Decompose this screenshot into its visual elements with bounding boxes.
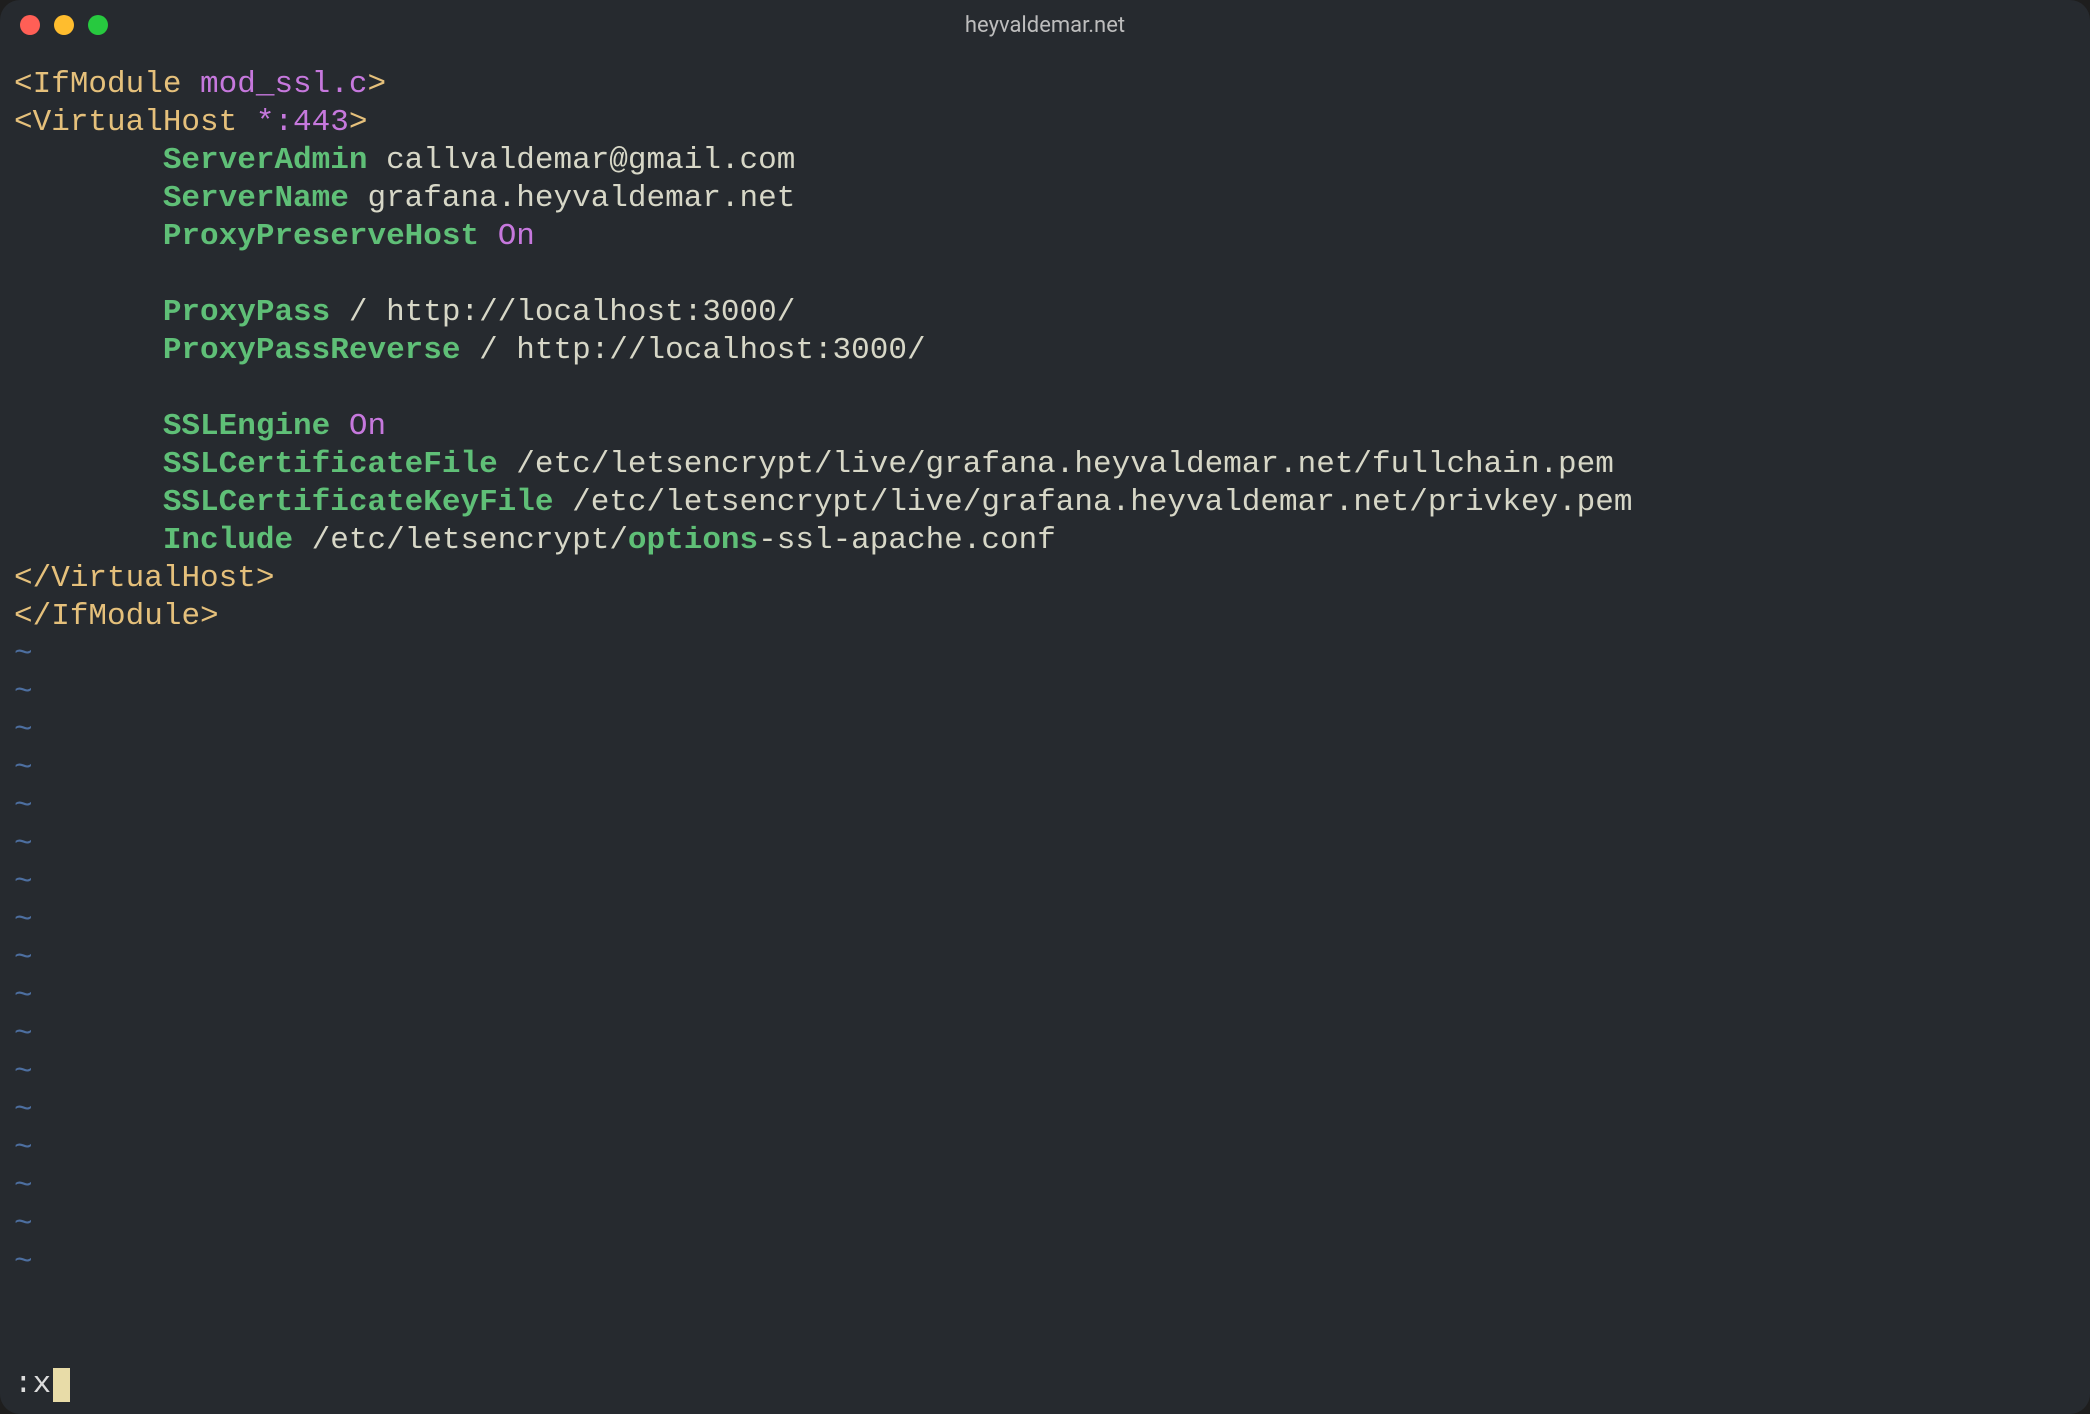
vim-tilde-line: ~	[14, 1168, 2076, 1206]
code-token: ServerName	[163, 181, 349, 216]
code-token: / http://localhost:3000/	[330, 295, 795, 330]
code-token: /etc/letsencrypt/live/grafana.heyvaldema…	[498, 447, 1614, 482]
vim-empty-lines: ~~~~~~~~~~~~~~~~~	[0, 636, 2090, 1282]
vim-tilde-line: ~	[14, 940, 2076, 978]
maximize-icon[interactable]	[88, 15, 108, 35]
cursor-icon	[53, 1368, 70, 1402]
cmd-text: x	[33, 1366, 52, 1404]
code-indent	[14, 219, 163, 254]
code-token: >	[349, 105, 368, 140]
code-token: <	[14, 105, 33, 140]
vim-tilde-line: ~	[14, 864, 2076, 902]
code-indent	[14, 485, 163, 520]
window-title: heyvaldemar.net	[965, 13, 1125, 38]
close-icon[interactable]	[20, 15, 40, 35]
code-indent	[14, 523, 163, 558]
vim-tilde-line: ~	[14, 1054, 2076, 1092]
code-token: -ssl-apache.conf	[758, 523, 1056, 558]
vim-tilde-line: ~	[14, 712, 2076, 750]
code-token: >	[200, 599, 219, 634]
vim-command-line[interactable]: :x	[14, 1366, 70, 1404]
vim-tilde-line: ~	[14, 826, 2076, 864]
code-token: SSLCertificateFile	[163, 447, 498, 482]
vim-tilde-line: ~	[14, 636, 2076, 674]
code-token: </	[14, 561, 51, 596]
titlebar: heyvaldemar.net	[0, 0, 2090, 50]
code-indent	[14, 447, 163, 482]
code-token: callvaldemar@gmail.com	[367, 143, 795, 178]
code-token: Include	[163, 523, 293, 558]
code-token: grafana.heyvaldemar.net	[349, 181, 795, 216]
code-token: /etc/letsencrypt/live/grafana.heyvaldema…	[554, 485, 1633, 520]
vim-tilde-line: ~	[14, 1016, 2076, 1054]
code-token: ProxyPreserveHost	[163, 219, 479, 254]
code-token: IfModule	[33, 67, 182, 102]
code-token: ProxyPassReverse	[163, 333, 461, 368]
vim-tilde-line: ~	[14, 1244, 2076, 1282]
vim-tilde-line: ~	[14, 750, 2076, 788]
vim-tilde-line: ~	[14, 902, 2076, 940]
vim-tilde-line: ~	[14, 788, 2076, 826]
vim-tilde-line: ~	[14, 1206, 2076, 1244]
code-token: VirtualHost	[51, 561, 256, 596]
code-token: IfModule	[51, 599, 200, 634]
code-indent	[14, 409, 163, 444]
code-token: On	[330, 409, 386, 444]
editor-content[interactable]: <IfModule mod_ssl.c> <VirtualHost *:443>…	[0, 50, 2090, 636]
code-token: <	[14, 67, 33, 102]
code-token: VirtualHost	[33, 105, 238, 140]
code-token: / http://localhost:3000/	[460, 333, 925, 368]
code-token: /etc/letsencrypt/	[293, 523, 628, 558]
vim-tilde-line: ~	[14, 674, 2076, 712]
code-token: mod_ssl.c	[181, 67, 367, 102]
code-token: >	[256, 561, 275, 596]
terminal-window: heyvaldemar.net <IfModule mod_ssl.c> <Vi…	[0, 0, 2090, 1414]
vim-tilde-line: ~	[14, 1092, 2076, 1130]
code-token: SSLEngine	[163, 409, 330, 444]
code-token: >	[367, 67, 386, 102]
window-controls	[20, 15, 108, 35]
code-token: ProxyPass	[163, 295, 330, 330]
code-indent	[14, 143, 163, 178]
code-token: On	[479, 219, 535, 254]
code-indent	[14, 181, 163, 216]
code-token: </	[14, 599, 51, 634]
minimize-icon[interactable]	[54, 15, 74, 35]
vim-tilde-line: ~	[14, 1130, 2076, 1168]
code-token: options	[628, 523, 758, 558]
code-indent	[14, 333, 163, 368]
vim-tilde-line: ~	[14, 978, 2076, 1016]
code-token: SSLCertificateKeyFile	[163, 485, 554, 520]
cmd-colon: :	[14, 1366, 33, 1404]
code-token: *:443	[237, 105, 349, 140]
code-token: ServerAdmin	[163, 143, 368, 178]
code-indent	[14, 295, 163, 330]
